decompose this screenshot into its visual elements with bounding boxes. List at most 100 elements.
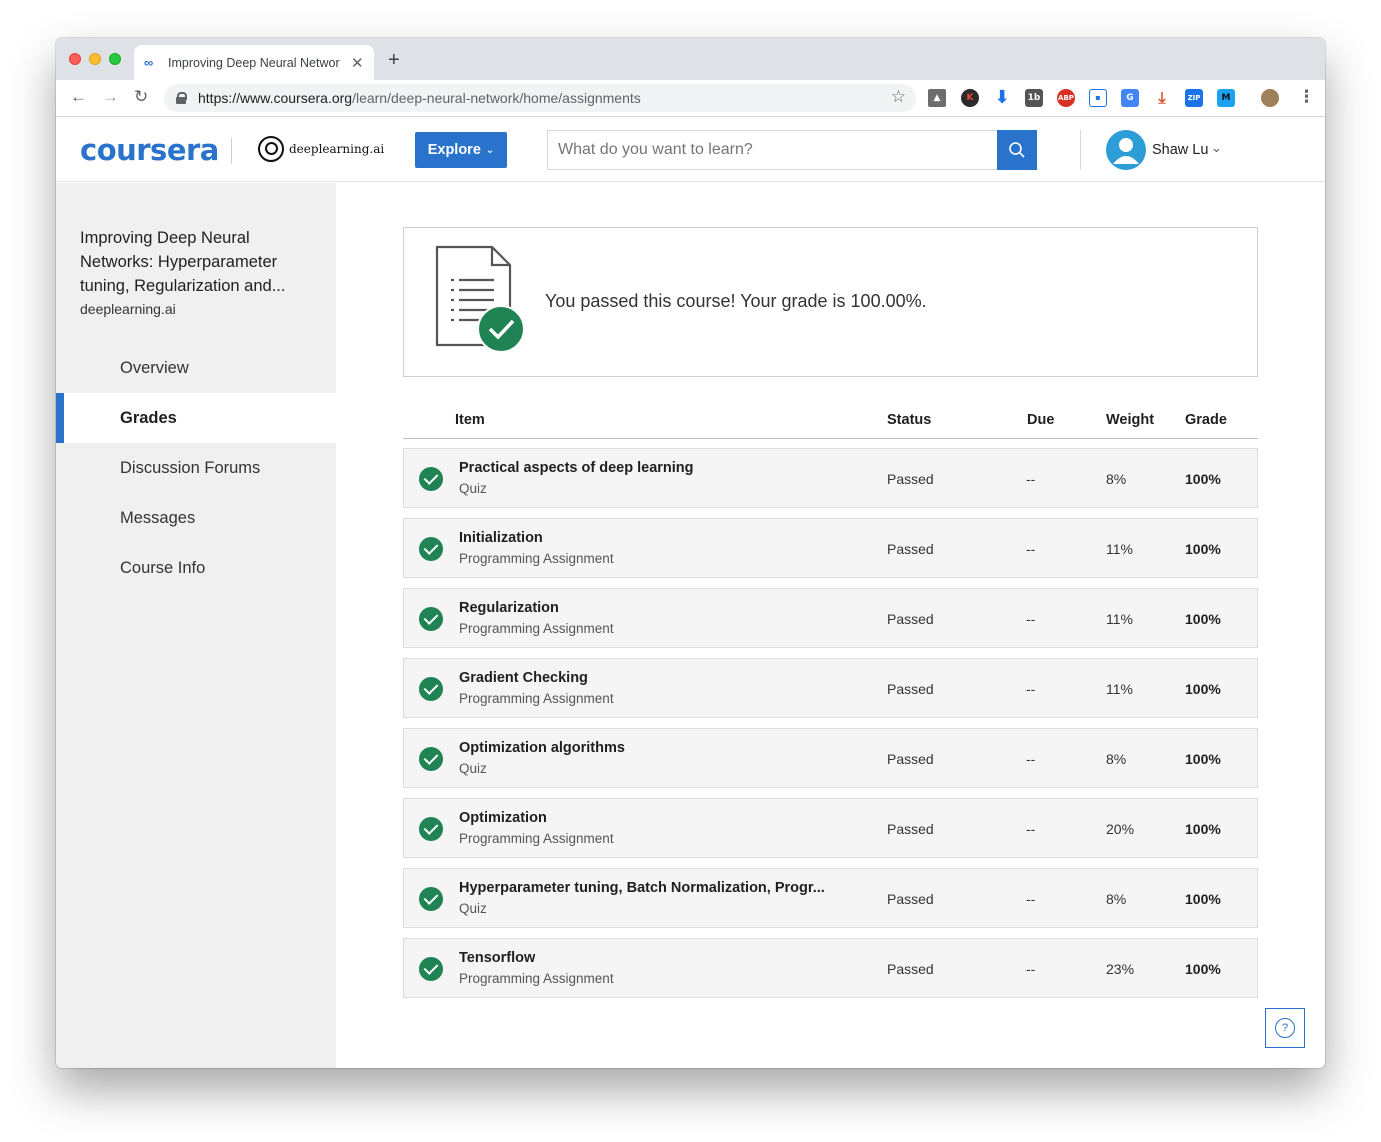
course-partner: deeplearning.ai [80, 301, 176, 317]
passed-check-icon [419, 817, 443, 841]
item-weight: 23% [1106, 961, 1135, 977]
deeplearning-logo[interactable]: deeplearning.ai [258, 136, 384, 162]
url-text: https://www.coursera.org/learn/deep-neur… [198, 90, 641, 106]
table-row[interactable]: Tensorflow Programming Assignment Passed… [403, 938, 1258, 998]
item-weight: 8% [1106, 751, 1127, 767]
item-name[interactable]: Initialization [459, 530, 839, 546]
item-grade: 100% [1185, 821, 1221, 837]
item-type: Programming Assignment [459, 551, 614, 566]
1b-extension-icon[interactable]: 1b [1025, 89, 1043, 107]
item-name[interactable]: Tensorflow [459, 950, 839, 966]
passed-check-icon [419, 607, 443, 631]
help-button[interactable]: ? [1265, 1008, 1305, 1048]
item-weight: 11% [1106, 681, 1133, 697]
browser-menu-icon[interactable]: ⋮ [1298, 87, 1315, 107]
table-row[interactable]: Optimization algorithms Quiz Passed -- 8… [403, 728, 1258, 788]
item-weight: 8% [1106, 471, 1127, 487]
close-window-button[interactable] [69, 53, 81, 65]
translate-extension-icon[interactable]: G [1121, 89, 1139, 107]
tab-close-icon[interactable]: ✕ [351, 54, 364, 72]
item-name[interactable]: Regularization [459, 600, 839, 616]
item-weight: 11% [1106, 541, 1133, 557]
sidebar-item-messages[interactable]: Messages [56, 493, 336, 543]
zip-extension-icon[interactable]: ZIP [1185, 89, 1203, 107]
column-weight: Weight [1106, 412, 1155, 428]
table-row[interactable]: Regularization Programming Assignment Pa… [403, 588, 1258, 648]
search-button[interactable] [997, 130, 1037, 170]
browser-window: ∞ Improving Deep Neural Networ ✕ + ← → ↻… [56, 38, 1325, 1068]
item-due: -- [1026, 611, 1036, 627]
sidebar-item-overview[interactable]: Overview [56, 343, 336, 393]
profile-avatar-icon[interactable] [1261, 89, 1279, 107]
drive-extension-icon[interactable]: ▲ [928, 89, 946, 107]
table-row[interactable]: Hyperparameter tuning, Batch Normalizati… [403, 868, 1258, 928]
m-extension-icon[interactable]: M [1217, 89, 1235, 107]
item-type: Programming Assignment [459, 621, 614, 636]
passed-check-icon [419, 747, 443, 771]
user-name[interactable]: Shaw Lu [1152, 142, 1208, 158]
k-extension-icon[interactable]: K [961, 89, 979, 107]
download-arrow-extension-icon[interactable]: ⬇ [993, 89, 1011, 107]
item-status: Passed [887, 751, 934, 767]
table-row[interactable]: Practical aspects of deep learning Quiz … [403, 448, 1258, 508]
item-due: -- [1026, 541, 1036, 557]
sidebar-item-discussion-forums[interactable]: Discussion Forums [56, 443, 336, 493]
user-silhouette-icon [1113, 138, 1139, 164]
user-avatar[interactable] [1106, 130, 1146, 170]
column-due: Due [1027, 412, 1055, 428]
table-row[interactable]: Gradient Checking Programming Assignment… [403, 658, 1258, 718]
item-name[interactable]: Practical aspects of deep learning [459, 460, 839, 476]
chevron-down-icon: ⌄ [485, 144, 495, 156]
header-divider [1080, 130, 1081, 170]
adblock-extension-icon[interactable]: ABP [1057, 89, 1075, 107]
back-icon[interactable]: ← [70, 87, 87, 107]
forward-icon[interactable]: → [102, 87, 119, 107]
item-due: -- [1026, 821, 1036, 837]
item-type: Programming Assignment [459, 831, 614, 846]
document-check-icon [435, 245, 525, 353]
explore-button[interactable]: Explore ⌄ [415, 132, 507, 168]
passed-check-icon [419, 467, 443, 491]
passed-check-icon [419, 677, 443, 701]
item-weight: 8% [1106, 891, 1127, 907]
course-title[interactable]: Improving Deep Neural Networks: Hyperpar… [80, 226, 305, 298]
item-due: -- [1026, 751, 1036, 767]
item-status: Passed [887, 611, 934, 627]
new-tab-button[interactable]: + [388, 49, 400, 72]
explore-label: Explore [427, 142, 481, 158]
deeplearning-wordmark: deeplearning.ai [289, 142, 385, 156]
item-status: Passed [887, 821, 934, 837]
table-row[interactable]: Optimization Programming Assignment Pass… [403, 798, 1258, 858]
item-name[interactable]: Optimization [459, 810, 839, 826]
square-extension-icon[interactable]: ▪ [1089, 89, 1107, 107]
minimize-window-button[interactable] [89, 53, 101, 65]
table-row[interactable]: Initialization Programming Assignment Pa… [403, 518, 1258, 578]
item-status: Passed [887, 891, 934, 907]
passed-check-icon [419, 887, 443, 911]
item-name[interactable]: Optimization algorithms [459, 740, 839, 756]
item-due: -- [1026, 891, 1036, 907]
item-status: Passed [887, 541, 934, 557]
address-bar[interactable]: https://www.coursera.org/learn/deep-neur… [164, 84, 916, 112]
user-menu-chevron-icon[interactable]: ⌄ [1211, 140, 1222, 156]
sidebar-item-grades[interactable]: Grades [56, 393, 336, 443]
help-icon: ? [1275, 1018, 1295, 1038]
item-grade: 100% [1185, 611, 1221, 627]
maximize-window-button[interactable] [109, 53, 121, 65]
item-type: Quiz [459, 481, 487, 496]
reload-icon[interactable]: ↻ [134, 87, 148, 107]
bookmark-star-icon[interactable]: ☆ [891, 87, 906, 107]
item-weight: 20% [1106, 821, 1135, 837]
item-name[interactable]: Gradient Checking [459, 670, 839, 686]
passed-check-icon [419, 957, 443, 981]
browser-tab[interactable]: ∞ Improving Deep Neural Networ ✕ [134, 45, 374, 80]
item-grade: 100% [1185, 681, 1221, 697]
tab-title: Improving Deep Neural Networ [168, 55, 340, 70]
download-tray-extension-icon[interactable]: ⤓ [1153, 89, 1171, 107]
sidebar-item-course-info[interactable]: Course Info [56, 543, 336, 593]
search-input[interactable]: What do you want to learn? [547, 130, 998, 170]
course-passed-banner: You passed this course! Your grade is 10… [403, 227, 1258, 377]
column-grade: Grade [1185, 412, 1227, 428]
coursera-logo[interactable]: coursera [80, 133, 219, 167]
item-name[interactable]: Hyperparameter tuning, Batch Normalizati… [459, 880, 839, 896]
